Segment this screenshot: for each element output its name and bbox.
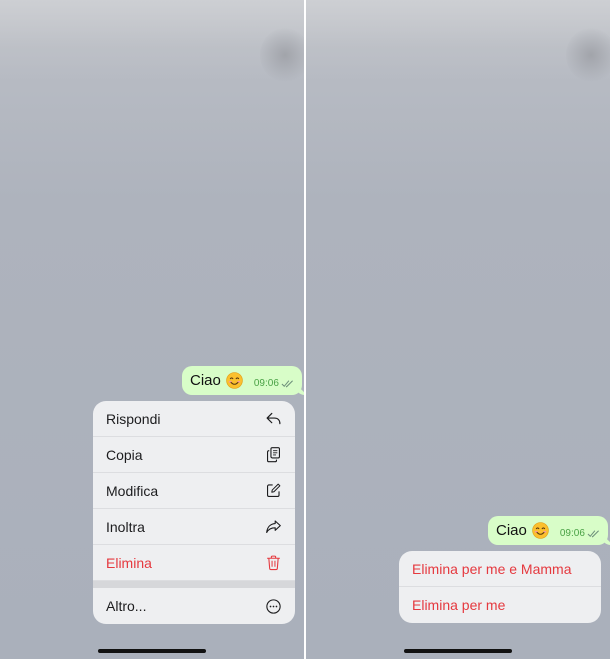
blurred-header	[0, 0, 304, 80]
home-indicator[interactable]	[404, 649, 512, 653]
home-indicator[interactable]	[98, 649, 206, 653]
menu-item-label: Elimina	[106, 554, 152, 571]
delete-for-everyone-button[interactable]: Elimina per me e Mamma	[399, 551, 601, 587]
menu-item-edit[interactable]: Modifica	[93, 473, 295, 509]
smiling-face-emoji-icon	[532, 522, 549, 539]
more-icon	[266, 598, 281, 614]
message-context-menu: Rispondi Copia Modifica Inoltra Elimina …	[93, 401, 295, 624]
double-check-icon	[281, 379, 293, 387]
menu-item-label: Altro...	[106, 598, 147, 614]
delete-options-menu: Elimina per me e Mamma Elimina per me	[399, 551, 601, 623]
menu-item-forward[interactable]: Inoltra	[93, 509, 295, 545]
delete-option-label: Elimina per me e Mamma	[412, 560, 572, 577]
menu-item-copy[interactable]: Copia	[93, 437, 295, 473]
blurred-header	[306, 0, 610, 80]
edit-icon	[266, 483, 281, 498]
delete-option-label: Elimina per me	[412, 597, 506, 613]
copy-icon	[266, 447, 281, 463]
message-bubble[interactable]: Ciao 09:06	[488, 516, 610, 545]
menu-item-label: Copia	[106, 446, 143, 463]
chat-screen-context-menu: Ciao 09:06 Rispondi Copia Modifica Inolt…	[0, 0, 304, 659]
smiling-face-emoji-icon	[226, 372, 243, 389]
double-check-icon	[587, 529, 599, 537]
menu-item-reply[interactable]: Rispondi	[93, 401, 295, 437]
menu-item-label: Inoltra	[106, 518, 145, 535]
menu-item-delete[interactable]: Elimina	[93, 545, 295, 581]
menu-item-more[interactable]: Altro...	[93, 588, 295, 624]
blurred-avatar	[566, 28, 610, 82]
menu-item-label: Rispondi	[106, 410, 161, 427]
forward-icon	[266, 520, 281, 534]
menu-item-label: Modifica	[106, 482, 159, 499]
message-text: Ciao	[496, 522, 527, 539]
reply-icon	[266, 412, 281, 425]
blurred-avatar	[260, 28, 304, 82]
delete-for-me-button[interactable]: Elimina per me	[399, 587, 601, 623]
message-time: 09:06	[253, 377, 279, 389]
message-text: Ciao	[190, 372, 221, 389]
message-time: 09:06	[559, 527, 585, 539]
chat-screen-delete-options: Ciao 09:06 Elimina per me e Mamma Elimin…	[306, 0, 610, 659]
trash-icon	[266, 555, 281, 571]
message-bubble[interactable]: Ciao 09:06	[182, 366, 304, 395]
menu-separator	[93, 581, 295, 588]
